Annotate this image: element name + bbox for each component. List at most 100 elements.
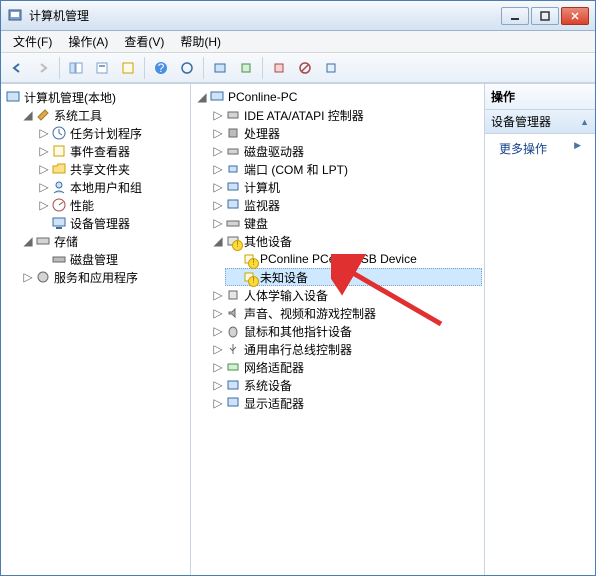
device-tree-pane: ◢PConline-PC ▷IDE ATA/ATAPI 控制器 ▷处理器 ▷磁盘…: [191, 84, 485, 575]
disable-button[interactable]: [293, 56, 317, 80]
expand-icon[interactable]: ▷: [211, 180, 225, 194]
uninstall-button[interactable]: [267, 56, 291, 80]
device-hid[interactable]: ▷人体学输入设备: [209, 286, 482, 304]
menu-help[interactable]: 帮助(H): [172, 31, 229, 52]
expand-icon[interactable]: ▷: [211, 198, 225, 212]
device-monitor[interactable]: ▷监视器: [209, 196, 482, 214]
network-icon: [225, 359, 241, 375]
tree-event-viewer[interactable]: ▷事件查看器: [35, 142, 188, 160]
actions-subheader[interactable]: 设备管理器 ▲: [485, 110, 595, 134]
tree-task-scheduler[interactable]: ▷任务计划程序: [35, 124, 188, 142]
app-icon: [7, 8, 23, 24]
computer-mgmt-icon: [5, 89, 21, 105]
actions-more[interactable]: 更多操作 ▶: [485, 134, 595, 163]
tree-shared-folders[interactable]: ▷共享文件夹: [35, 160, 188, 178]
device-keyboard[interactable]: ▷键盘: [209, 214, 482, 232]
device-ide[interactable]: ▷IDE ATA/ATAPI 控制器: [209, 106, 482, 124]
tree-root[interactable]: 计算机管理(本地): [3, 88, 188, 106]
expand-icon[interactable]: ▷: [211, 288, 225, 302]
device-cpu[interactable]: ▷处理器: [209, 124, 482, 142]
collapse-icon[interactable]: ◢: [195, 90, 209, 104]
tree-disk-mgmt[interactable]: 磁盘管理: [35, 250, 188, 268]
perf-icon: [51, 197, 67, 213]
usb-icon: [225, 341, 241, 357]
actions-pane: 操作 设备管理器 ▲ 更多操作 ▶: [485, 84, 595, 575]
minimize-button[interactable]: [501, 7, 529, 25]
device-display[interactable]: ▷显示适配器: [209, 394, 482, 412]
expand-icon[interactable]: ▷: [37, 126, 51, 140]
nav-back-button[interactable]: [5, 56, 29, 80]
expand-icon[interactable]: ▷: [211, 162, 225, 176]
expand-icon[interactable]: ▷: [211, 306, 225, 320]
menu-file[interactable]: 文件(F): [5, 31, 60, 52]
expand-icon[interactable]: ▷: [211, 216, 225, 230]
tree-services[interactable]: ▷服务和应用程序: [19, 268, 188, 286]
nav-fwd-button[interactable]: [31, 56, 55, 80]
expand-icon[interactable]: ▷: [211, 126, 225, 140]
expand-icon[interactable]: ▷: [37, 180, 51, 194]
device-disk[interactable]: ▷磁盘驱动器: [209, 142, 482, 160]
services-icon: [35, 269, 51, 285]
expand-icon[interactable]: ▷: [37, 144, 51, 158]
port-icon: [225, 161, 241, 177]
toolbar: ?: [1, 53, 595, 83]
device-ports[interactable]: ▷端口 (COM 和 LPT): [209, 160, 482, 178]
titlebar: 计算机管理: [1, 1, 595, 31]
tree-device-manager[interactable]: 设备管理器: [35, 214, 188, 232]
collapse-icon[interactable]: ◢: [21, 108, 35, 122]
device-unknown[interactable]: 未知设备: [225, 268, 482, 286]
collapse-icon[interactable]: ◢: [211, 234, 225, 248]
enable-button[interactable]: [319, 56, 343, 80]
properties-button[interactable]: [90, 56, 114, 80]
display-icon: [225, 395, 241, 411]
device-root[interactable]: ◢PConline-PC: [193, 88, 482, 106]
pc-icon: [209, 89, 225, 105]
maximize-button[interactable]: [531, 7, 559, 25]
expand-icon[interactable]: ▷: [211, 360, 225, 374]
expand-icon[interactable]: ▷: [211, 342, 225, 356]
device-mgr-icon: [51, 215, 67, 231]
device-sound[interactable]: ▷声音、视频和游戏控制器: [209, 304, 482, 322]
tree-local-users[interactable]: ▷本地用户和组: [35, 178, 188, 196]
tree-performance[interactable]: ▷性能: [35, 196, 188, 214]
system-dev-icon: [225, 377, 241, 393]
expand-icon[interactable]: ▷: [211, 144, 225, 158]
menu-view[interactable]: 查看(V): [116, 31, 172, 52]
expand-icon[interactable]: ▷: [21, 270, 35, 284]
users-icon: [51, 179, 67, 195]
device-other[interactable]: ◢其他设备: [209, 232, 482, 250]
expand-icon[interactable]: ▷: [211, 324, 225, 338]
tools-icon: [35, 107, 51, 123]
hid-icon: [225, 287, 241, 303]
device-network[interactable]: ▷网络适配器: [209, 358, 482, 376]
device-system[interactable]: ▷系统设备: [209, 376, 482, 394]
clock-icon: [51, 125, 67, 141]
device-usb-unknown[interactable]: PConline PCedu USB Device: [225, 250, 482, 268]
tree-system-tools[interactable]: ◢ 系统工具: [19, 106, 188, 124]
disk-drive-icon: [225, 143, 241, 159]
refresh-button[interactable]: [175, 56, 199, 80]
collapse-icon[interactable]: ◢: [21, 234, 35, 248]
content-area: 计算机管理(本地) ◢ 系统工具 ▷任务计划程序 ▷事件查看器: [1, 83, 595, 575]
expand-icon[interactable]: ▷: [211, 378, 225, 392]
device-computer[interactable]: ▷计算机: [209, 178, 482, 196]
export-button[interactable]: [116, 56, 140, 80]
scan-button[interactable]: [208, 56, 232, 80]
help-button[interactable]: ?: [149, 56, 173, 80]
sound-icon: [225, 305, 241, 321]
update-driver-button[interactable]: [234, 56, 258, 80]
monitor-icon: [225, 197, 241, 213]
device-mouse[interactable]: ▷鼠标和其他指针设备: [209, 322, 482, 340]
other-devices-icon: [225, 233, 241, 249]
expand-icon[interactable]: ▷: [37, 162, 51, 176]
expand-icon[interactable]: ▷: [211, 396, 225, 410]
menu-action[interactable]: 操作(A): [60, 31, 116, 52]
expand-icon[interactable]: ▷: [37, 198, 51, 212]
storage-icon: [35, 233, 51, 249]
close-button[interactable]: [561, 7, 589, 25]
tree-storage[interactable]: ◢ 存储: [19, 232, 188, 250]
menubar: 文件(F) 操作(A) 查看(V) 帮助(H): [1, 31, 595, 53]
device-usb-ctrl[interactable]: ▷通用串行总线控制器: [209, 340, 482, 358]
show-hide-tree-button[interactable]: [64, 56, 88, 80]
expand-icon[interactable]: ▷: [211, 108, 225, 122]
